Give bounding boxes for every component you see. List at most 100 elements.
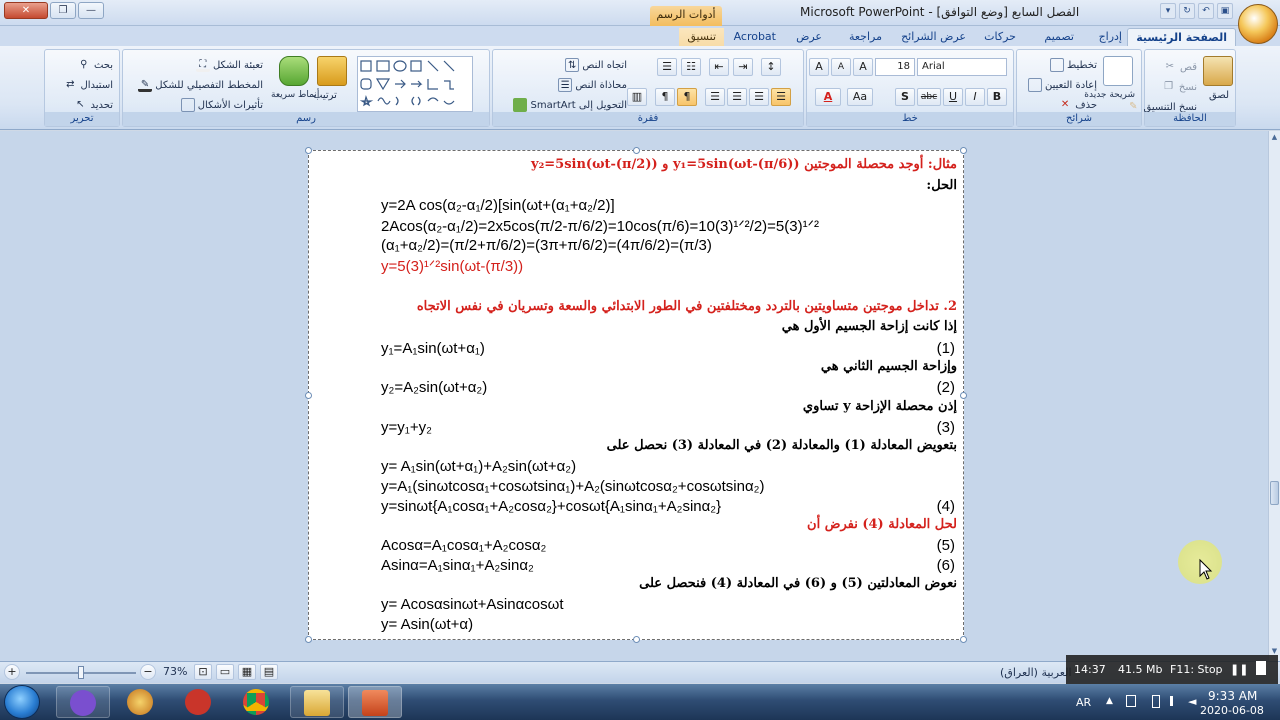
input-language[interactable]: AR (1076, 696, 1091, 709)
start-button[interactable] (4, 685, 40, 719)
text-direction-button[interactable]: اتجاه النص ⇅ (565, 58, 627, 72)
tab-insert[interactable]: إدراج (1091, 28, 1130, 46)
battery-icon[interactable] (1152, 695, 1160, 708)
replace-button[interactable]: استبدال ⇄ (63, 78, 113, 92)
underline-button[interactable]: U (943, 88, 963, 106)
scroll-up-icon[interactable]: ▲ (1270, 133, 1279, 143)
flag-icon[interactable] (1126, 695, 1136, 707)
stop-icon[interactable] (1256, 661, 1266, 675)
clock-time[interactable]: 9:33 AM (1208, 689, 1257, 703)
align-center-button[interactable]: ☰ (749, 88, 769, 106)
reset-button[interactable]: إعادة التعيين (1027, 78, 1097, 92)
repeat-icon[interactable]: ↻ (1179, 3, 1195, 19)
align-left-button[interactable]: ☰ (727, 88, 747, 106)
shadow-button[interactable]: S (895, 88, 915, 106)
tab-review[interactable]: مراجعة (841, 28, 890, 46)
font-name-field[interactable]: Arial (917, 58, 1007, 76)
tab-design[interactable]: تصميم (1036, 28, 1082, 46)
cut-button[interactable]: قص ✂ (1163, 60, 1197, 74)
zoom-in-icon[interactable]: + (4, 664, 20, 680)
justify-button[interactable]: ☰ (705, 88, 725, 106)
shape-fill-button[interactable]: تعبئة الشكل ⛶ (195, 58, 263, 72)
show-hidden-icons[interactable]: ▲ (1106, 696, 1113, 706)
zoom-level[interactable]: 73% (163, 665, 187, 678)
shape-outline-button[interactable]: المخطط التفصيلي للشكل ✎ (138, 78, 263, 92)
network-icon[interactable] (1170, 696, 1182, 706)
mouse-pointer-icon (1199, 558, 1213, 580)
resize-handle[interactable] (305, 147, 312, 154)
resize-handle[interactable] (305, 636, 312, 643)
bold-button[interactable]: B (987, 88, 1007, 106)
stop-recording-button[interactable]: F11: Stop (1170, 663, 1223, 676)
taskbar-powerpoint[interactable] (348, 686, 402, 718)
language-indicator[interactable]: العربية (العراق) (1000, 666, 1072, 679)
maximize-button[interactable]: ❐ (50, 2, 76, 19)
clock-date[interactable]: 2020-06-08 (1200, 704, 1264, 717)
body-text: إذن محصلة الإزاحة y تساوي (802, 399, 957, 414)
strikethrough-button[interactable]: abc (917, 88, 941, 106)
normal-view-icon[interactable]: ▤ (260, 664, 278, 680)
paste-button[interactable]: لصق (1209, 90, 1229, 101)
scroll-thumb[interactable] (1270, 481, 1279, 505)
resize-handle[interactable] (960, 147, 967, 154)
increase-indent-button[interactable]: ⇥ (733, 58, 753, 76)
font-size-field[interactable]: 18 (875, 58, 915, 76)
copy-button[interactable]: نسخ ❐ (1162, 80, 1197, 94)
grow-font-button[interactable]: A (853, 58, 873, 76)
tab-acrobat[interactable]: Acrobat (726, 28, 784, 46)
resize-handle[interactable] (960, 392, 967, 399)
tab-animations[interactable]: حركات (976, 28, 1024, 46)
tab-home[interactable]: الصفحة الرئيسية (1127, 28, 1236, 46)
slideshow-view-icon[interactable]: ▭ (216, 664, 234, 680)
line-spacing-button[interactable]: ↕ (761, 58, 781, 76)
taskbar-recorder[interactable] (172, 686, 226, 718)
zoom-out-icon[interactable]: − (140, 664, 156, 680)
shape-effects-button[interactable]: تأثيرات الأشكال (180, 98, 263, 112)
find-button[interactable]: بحث ⚲ (77, 58, 113, 72)
zoom-slider-thumb[interactable] (78, 666, 84, 679)
columns-button[interactable]: ▥ (627, 88, 647, 106)
close-button[interactable]: ✕ (4, 2, 48, 19)
tab-format[interactable]: تنسيق (679, 28, 724, 46)
taskbar-explorer[interactable] (290, 686, 344, 718)
select-button[interactable]: تحديد ↖ (73, 98, 113, 112)
bullets-button[interactable]: ☰ (657, 58, 677, 76)
customize-qat-icon[interactable]: ▾ (1160, 3, 1176, 19)
change-case-button[interactable]: Aa (847, 88, 873, 106)
ribbon: لصق قص ✂ نسخ ❐ نسخ التنسيق ✎ الحافظة شري… (0, 46, 1280, 130)
undo-icon[interactable]: ↶ (1198, 3, 1214, 19)
fit-slide-icon[interactable]: ⊡ (194, 664, 212, 680)
resize-handle[interactable] (960, 636, 967, 643)
minimize-button[interactable]: — (78, 2, 104, 19)
taskbar-paint[interactable] (114, 686, 168, 718)
shapes-gallery[interactable] (357, 56, 473, 112)
italic-button[interactable]: I (965, 88, 985, 106)
vertical-scrollbar[interactable]: ▲ ▼ (1268, 131, 1280, 661)
numbering-button[interactable]: ☷ (681, 58, 701, 76)
layout-button[interactable]: تخطيط (1049, 58, 1097, 72)
office-button[interactable] (1238, 4, 1278, 44)
align-right-button[interactable]: ☰ (771, 88, 791, 106)
rtl-button[interactable]: ¶ (677, 88, 697, 106)
resize-handle[interactable] (633, 636, 640, 643)
volume-icon[interactable]: ◄ (1188, 695, 1196, 708)
clear-format-button[interactable]: A (809, 58, 829, 76)
sorter-view-icon[interactable]: ▦ (238, 664, 256, 680)
decrease-indent-button[interactable]: ⇤ (709, 58, 729, 76)
ltr-button[interactable]: ¶ (655, 88, 675, 106)
delete-slide-button[interactable]: حذف ✕ (1058, 98, 1097, 112)
resize-handle[interactable] (305, 392, 312, 399)
resize-handle[interactable] (633, 147, 640, 154)
align-text-button[interactable]: محاذاة النص ☰ (558, 78, 627, 92)
pause-icon[interactable]: ❚❚ (1230, 663, 1248, 676)
taskbar-chrome[interactable] (230, 686, 284, 718)
font-color-button[interactable]: A (815, 88, 841, 106)
tab-slideshow[interactable]: عرض الشرائح (893, 28, 974, 46)
quick-styles-button[interactable]: أنماط سريعة (271, 90, 319, 100)
slide-text-box[interactable]: مثال: أوجد محصلة الموجتين y₁=5sin(ωt-(π/… (305, 147, 967, 643)
taskbar-viber[interactable] (56, 686, 110, 718)
save-icon[interactable]: ▣ (1217, 3, 1233, 19)
shrink-font-button[interactable]: A (831, 58, 851, 76)
smartart-button[interactable]: التحويل إلى SmartArt (513, 98, 627, 112)
tab-view[interactable]: عرض (788, 28, 830, 46)
